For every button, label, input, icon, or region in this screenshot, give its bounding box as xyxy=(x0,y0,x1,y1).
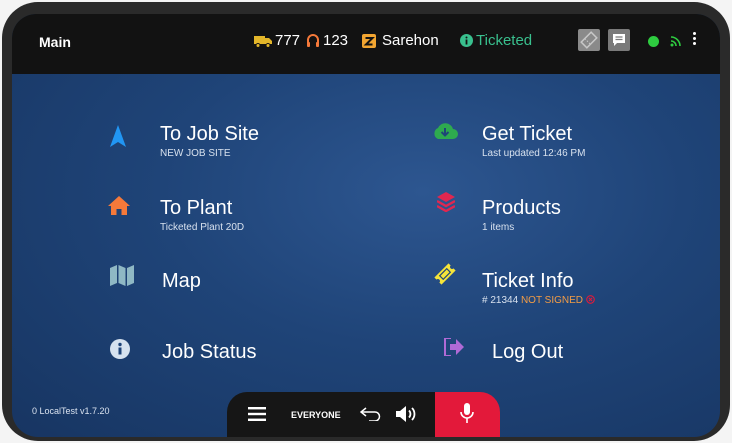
top-bar: Main 777 123 Sarehon Ticketed xyxy=(12,14,720,74)
page-title: Main xyxy=(39,34,71,50)
ticket-info-subtitle: # 21344 NOT SIGNED xyxy=(482,295,595,306)
truck-number: 777 xyxy=(275,32,301,49)
job-status-button[interactable]: Job Status xyxy=(162,341,257,363)
job-status-label: Job Status xyxy=(162,341,257,363)
volume-icon[interactable] xyxy=(396,405,420,423)
info-circle-icon xyxy=(110,339,130,359)
ticket-info-button[interactable]: Ticket Info # 21344 NOT SIGNED xyxy=(482,270,595,306)
truck-status: 777 xyxy=(254,32,300,49)
not-signed-status: NOT SIGNED xyxy=(520,295,583,306)
log-out-label: Log Out xyxy=(492,341,564,363)
driver-name-status: Sarehon xyxy=(362,32,439,49)
version-label: 0 LocalTest v1.7.20 xyxy=(32,406,110,416)
message-icon xyxy=(613,34,625,46)
layers-icon xyxy=(437,192,455,212)
menu-icon[interactable] xyxy=(248,407,266,421)
map-icon xyxy=(110,265,134,286)
get-ticket-subtitle: Last updated 12:46 PM xyxy=(482,148,586,159)
ticket-icon xyxy=(434,263,456,285)
driver-name: Sarehon xyxy=(382,32,439,49)
ticket-icon xyxy=(580,31,598,49)
products-button[interactable]: Products 1 items xyxy=(482,197,561,233)
ticket-shortcut-button[interactable] xyxy=(578,29,600,51)
products-label: Products xyxy=(482,197,561,219)
home-icon xyxy=(108,196,130,215)
to-plant-label: To Plant xyxy=(160,197,233,219)
online-indicator xyxy=(648,36,659,47)
map-button[interactable]: Map xyxy=(162,270,201,292)
headset-icon xyxy=(307,33,319,47)
cloud-download-icon xyxy=(434,123,458,139)
ticket-status-text: Ticketed xyxy=(476,32,533,49)
driver-status: 123 xyxy=(307,32,348,49)
to-job-site-button[interactable]: To Job Site NEW JOB SITE xyxy=(160,123,259,159)
navigation-icon xyxy=(110,125,126,147)
driver-number: 123 xyxy=(323,32,349,49)
to-job-site-subtitle: NEW JOB SITE xyxy=(160,148,231,159)
truck-icon xyxy=(254,35,272,48)
info-icon xyxy=(460,34,473,47)
get-ticket-label: Get Ticket xyxy=(482,123,573,145)
push-to-talk-button[interactable] xyxy=(435,392,500,437)
ticket-number: # 21344 xyxy=(482,295,519,306)
to-plant-subtitle: Ticketed Plant 20D xyxy=(160,222,245,233)
ticket-info-label: Ticket Info xyxy=(482,270,574,292)
wifi-icon xyxy=(670,36,681,47)
messages-button[interactable] xyxy=(608,29,630,51)
undo-icon[interactable] xyxy=(360,407,382,421)
channel-selector[interactable]: EVERYONE xyxy=(291,410,341,420)
bottom-bar: EVERYONE xyxy=(227,392,500,437)
to-job-site-label: To Job Site xyxy=(160,123,259,145)
products-subtitle: 1 items xyxy=(482,222,515,233)
more-options-button[interactable] xyxy=(693,32,697,47)
mic-icon xyxy=(460,403,474,423)
get-ticket-button[interactable]: Get Ticket Last updated 12:46 PM xyxy=(482,123,585,159)
to-plant-button[interactable]: To Plant Ticketed Plant 20D xyxy=(160,197,244,233)
driver-badge-icon xyxy=(362,33,376,48)
log-out-button[interactable]: Log Out xyxy=(492,341,563,363)
map-label: Map xyxy=(162,270,201,292)
close-circle-icon xyxy=(585,295,595,304)
app-screen: Main 777 123 Sarehon Ticketed To Job Sit… xyxy=(12,14,720,437)
ticket-status: Ticketed xyxy=(460,32,532,49)
device-frame: Main 777 123 Sarehon Ticketed To Job Sit… xyxy=(2,2,730,441)
logout-icon xyxy=(444,338,464,356)
